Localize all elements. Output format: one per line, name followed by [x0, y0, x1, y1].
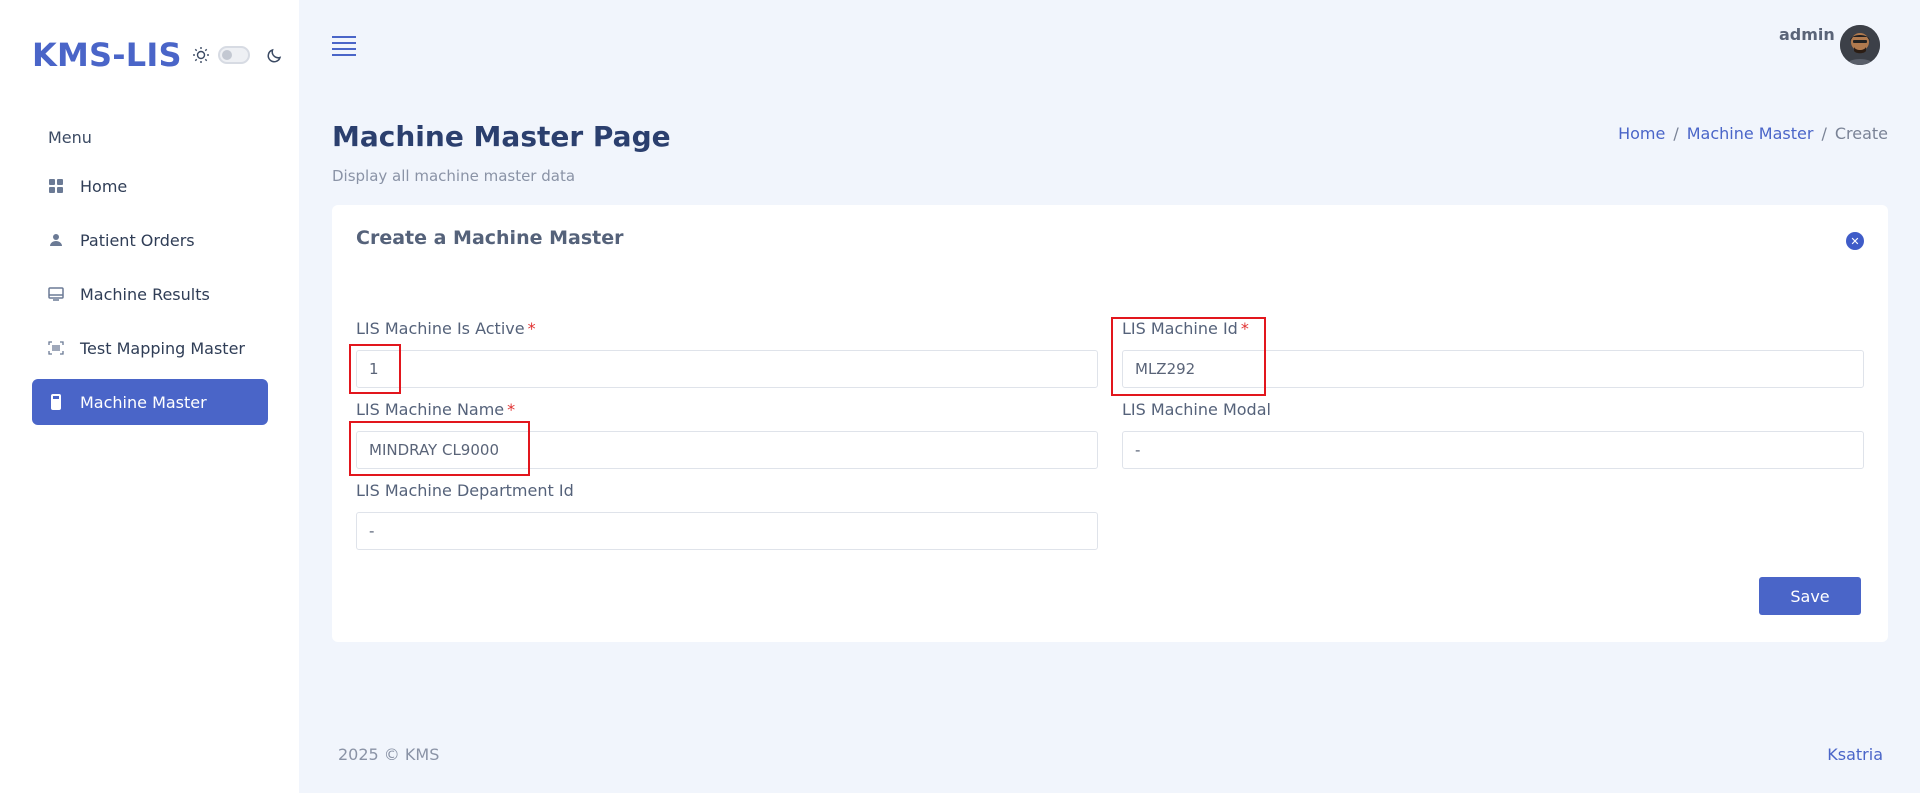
sidebar-item-label: Test Mapping Master	[80, 338, 245, 358]
machine-name-label-text: LIS Machine Name	[356, 400, 505, 419]
close-icon[interactable]: ✕	[1846, 232, 1864, 250]
sidebar: KMS-LIS Menu Home Patient Orders Machine…	[0, 0, 299, 793]
machine-id-label: LIS Machine Id *	[1122, 319, 1249, 338]
breadcrumb-separator: /	[1821, 124, 1827, 143]
brand-title[interactable]: KMS-LIS	[32, 36, 182, 74]
save-button[interactable]: Save	[1759, 577, 1861, 615]
avatar[interactable]	[1840, 25, 1880, 65]
footer-copyright: 2025 © KMS	[338, 745, 440, 764]
theme-toggle[interactable]	[217, 46, 250, 64]
machine-id-value: MLZ292	[1135, 360, 1196, 378]
sidebar-item-test-mapping-master[interactable]: Test Mapping Master	[32, 325, 268, 371]
page-title: Machine Master Page	[332, 120, 671, 153]
user-icon	[48, 232, 64, 248]
monitor-icon	[48, 286, 64, 302]
device-icon	[48, 394, 64, 410]
sidebar-item-patient-orders[interactable]: Patient Orders	[32, 217, 268, 263]
card-title: Create a Machine Master	[356, 227, 624, 249]
machine-modal-label: LIS Machine Modal	[1122, 400, 1271, 419]
required-asterisk: *	[1240, 319, 1249, 338]
is-active-label: LIS Machine Is Active *	[356, 319, 536, 338]
required-asterisk: *	[527, 319, 536, 338]
menu-heading: Menu	[48, 128, 92, 147]
sidebar-item-label: Machine Results	[80, 284, 210, 304]
hamburger-menu-icon[interactable]	[332, 36, 356, 58]
machine-modal-label-text: LIS Machine Modal	[1122, 400, 1271, 419]
machine-id-input[interactable]: MLZ292	[1122, 350, 1864, 388]
sun-icon[interactable]	[192, 46, 210, 64]
page-subtitle: Display all machine master data	[332, 167, 576, 185]
machine-modal-input[interactable]: -	[1122, 431, 1864, 469]
department-id-label-text: LIS Machine Department Id	[356, 481, 574, 500]
machine-id-label-text: LIS Machine Id	[1122, 319, 1238, 338]
create-machine-card: Create a Machine Master ✕ LIS Machine Is…	[332, 205, 1888, 642]
brand: KMS-LIS	[32, 36, 284, 74]
sidebar-nav: Home Patient Orders Machine Results Test…	[32, 163, 268, 433]
machine-name-value: MINDRAY CL9000	[369, 441, 499, 459]
barcode-scan-icon	[48, 340, 64, 356]
breadcrumb-separator: /	[1673, 124, 1679, 143]
grid-icon	[48, 178, 64, 194]
breadcrumb-home[interactable]: Home	[1618, 124, 1665, 143]
breadcrumb-machine-master[interactable]: Machine Master	[1687, 124, 1814, 143]
breadcrumb-current: Create	[1834, 124, 1888, 143]
required-asterisk: *	[507, 400, 516, 419]
department-id-label: LIS Machine Department Id	[356, 481, 574, 500]
machine-name-label: LIS Machine Name *	[356, 400, 515, 419]
user-name[interactable]: admin	[1779, 25, 1835, 44]
sidebar-item-machine-results[interactable]: Machine Results	[32, 271, 268, 317]
is-active-input[interactable]: 1	[356, 350, 1098, 388]
moon-icon[interactable]	[266, 46, 284, 64]
machine-modal-value: -	[1135, 441, 1141, 459]
sidebar-item-home[interactable]: Home	[32, 163, 268, 209]
breadcrumb: Home / Machine Master / Create	[1618, 124, 1888, 143]
footer-brand-link[interactable]: Ksatria	[1827, 745, 1883, 764]
machine-name-input[interactable]: MINDRAY CL9000	[356, 431, 1098, 469]
is-active-label-text: LIS Machine Is Active	[356, 319, 525, 338]
department-id-value: -	[369, 522, 375, 540]
sidebar-item-label: Patient Orders	[80, 230, 195, 250]
is-active-value: 1	[369, 360, 379, 378]
sidebar-item-label: Machine Master	[80, 392, 207, 412]
department-id-input[interactable]: -	[356, 512, 1098, 550]
sidebar-item-label: Home	[80, 176, 128, 196]
sidebar-item-machine-master[interactable]: Machine Master	[32, 379, 268, 425]
